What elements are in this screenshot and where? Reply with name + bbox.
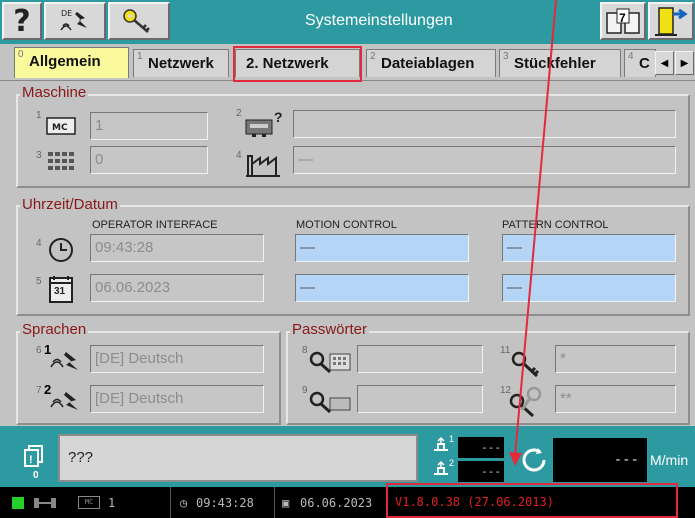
counter-1-value: ---: [458, 437, 504, 458]
tab-stueckfehler[interactable]: 3 Stückfehler: [499, 49, 621, 77]
counter-1-icon: 1: [432, 434, 454, 459]
key-icon: [123, 9, 150, 33]
column-pattern-control: PATTERN CONTROL: [502, 219, 609, 231]
factory-icon: [244, 150, 284, 183]
speed-unit: M/min: [650, 452, 689, 468]
title-bar: ? DE Systemeinstellungen 7: [0, 0, 695, 44]
manual-button[interactable]: 7: [600, 2, 646, 40]
password-field-12[interactable]: **: [555, 385, 676, 413]
key-card-icon: [308, 390, 352, 421]
status-clock-icon: ◷: [180, 496, 188, 510]
message-list-icon[interactable]: !: [24, 445, 44, 472]
arrow-left-icon: ◀: [660, 57, 669, 69]
mc-status-icon: MC: [78, 496, 100, 509]
highlight-box-tab: [233, 46, 362, 82]
tab-scroll-right-button[interactable]: ▶: [675, 51, 694, 75]
connection-icon: [34, 497, 56, 512]
counter-2-icon: 2: [432, 458, 454, 483]
calendar-icon: 31: [48, 274, 74, 309]
svg-text:?: ?: [274, 110, 283, 125]
keys-icon: [508, 385, 548, 424]
tab-dateiablagen[interactable]: 2 Dateiablagen: [366, 49, 496, 77]
language-field-2[interactable]: [DE] Deutsch: [90, 385, 264, 413]
highlight-box-version: [386, 483, 678, 518]
maschine-field-4[interactable]: —: [293, 146, 676, 174]
language-button[interactable]: DE: [44, 2, 106, 40]
grid-module-icon: [46, 150, 76, 181]
window-title: Systemeinstellungen: [305, 12, 453, 29]
language-icon: [50, 390, 82, 419]
help-button[interactable]: ?: [2, 2, 42, 40]
login-key-button[interactable]: [108, 2, 170, 40]
clock-icon: [46, 235, 76, 270]
maschine-field-3[interactable]: 0: [90, 146, 208, 174]
tab-scroll-left-button[interactable]: ◀: [655, 51, 674, 75]
operator-date-field[interactable]: 06.06.2023: [90, 274, 264, 302]
help-icon: ?: [13, 3, 31, 39]
motion-date-field[interactable]: —: [295, 274, 469, 302]
tab-allgemein[interactable]: 0 Allgemein: [14, 47, 129, 78]
svg-text:DE: DE: [61, 9, 72, 18]
maschine-title: Maschine: [20, 84, 89, 101]
message-field[interactable]: ???: [58, 434, 418, 482]
mc-icon: MC: [46, 116, 76, 141]
exit-button[interactable]: [648, 2, 694, 40]
tab-netzwerk[interactable]: 1 Netzwerk: [133, 49, 229, 77]
rotation-icon: [518, 444, 550, 481]
arrow-right-icon: ▶: [680, 57, 689, 69]
tab-partial[interactable]: 4 C: [624, 49, 656, 77]
uhrzeit-title: Uhrzeit/Datum: [20, 196, 120, 213]
status-time: 09:43:28: [196, 496, 254, 510]
password-field-8[interactable]: [357, 345, 483, 373]
svg-text:MC: MC: [52, 123, 68, 133]
maschine-field-2[interactable]: [293, 110, 676, 138]
speed-value: ---: [553, 438, 647, 482]
message-count: 0: [33, 470, 39, 481]
language-icon: [50, 350, 82, 379]
svg-text:!: !: [29, 454, 33, 466]
machine-query-icon: ?: [244, 109, 288, 143]
motion-time-field[interactable]: —: [295, 234, 469, 262]
operator-time-field[interactable]: 09:43:28: [90, 234, 264, 262]
password-field-9[interactable]: [357, 385, 483, 413]
status-calendar-icon: ▣: [282, 496, 290, 510]
language-icon: DE: [60, 9, 87, 31]
book-number: 7: [619, 11, 626, 25]
divider: [170, 487, 171, 518]
mc-number: 1: [108, 496, 116, 510]
passwoerter-title: Passwörter: [290, 321, 370, 338]
column-motion-control: MOTION CONTROL: [296, 219, 397, 231]
divider: [274, 487, 275, 518]
maschine-field-1[interactable]: 1: [90, 112, 208, 140]
pattern-date-field[interactable]: —: [502, 274, 676, 302]
key-icon: [510, 350, 544, 385]
status-date: 06.06.2023: [300, 496, 373, 510]
screen: ? DE Systemeinstellungen 7 0 Allgemein 1…: [0, 0, 695, 518]
column-operator-interface: OPERATOR INTERFACE: [92, 219, 218, 231]
counter-2-value: ---: [458, 461, 504, 482]
calendar-day: 31: [54, 286, 66, 297]
pattern-time-field[interactable]: —: [502, 234, 676, 262]
language-field-1[interactable]: [DE] Deutsch: [90, 345, 264, 373]
exit-door-icon: [655, 7, 688, 36]
sprachen-title: Sprachen: [20, 321, 89, 338]
status-led-icon: [12, 497, 24, 509]
password-field-11[interactable]: *: [555, 345, 676, 373]
key-keypad-icon: [308, 350, 352, 381]
